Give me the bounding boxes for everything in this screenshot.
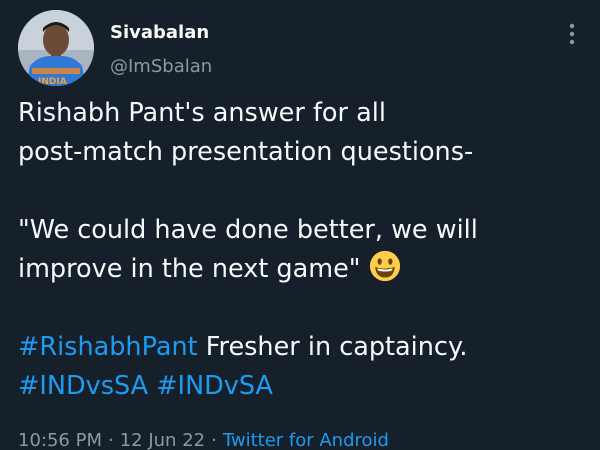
meta-separator: ·: [211, 430, 217, 450]
tweet-date[interactable]: 12 Jun 22: [120, 430, 205, 450]
tweet-quote-text: improve in the next game": [18, 254, 361, 284]
hashtag-link[interactable]: #INDvsSA: [18, 371, 148, 401]
avatar-jersey-text: INDIA: [38, 77, 67, 86]
meta-separator: ·: [107, 430, 114, 450]
grinning-face-emoji: [369, 250, 400, 282]
avatar[interactable]: INDIA: [18, 10, 94, 86]
more-vertical-icon: [569, 23, 575, 45]
hashtag-link[interactable]: #RishabhPant: [18, 332, 198, 362]
tweet-line: post-match presentation questions-: [18, 137, 474, 167]
user-handle[interactable]: @ImSbalan: [110, 56, 212, 78]
tweet-source-link[interactable]: Twitter for Android: [223, 430, 389, 450]
tweet-text: Rishabh Pant's answer for all post-match…: [18, 94, 588, 406]
tweet-card: INDIA Sivabalan @ImSbalan Rishabh Pant's…: [0, 0, 600, 450]
author-info: Sivabalan @ImSbalan: [110, 22, 212, 78]
tweet-hashtag-line: #INDvsSA #INDvSA: [18, 367, 588, 406]
tweet-line: Rishabh Pant's answer for all: [18, 98, 386, 128]
display-name[interactable]: Sivabalan: [110, 22, 212, 44]
tweet-quote-line-with-emoji: improve in the next game": [18, 250, 588, 289]
tweet-meta: 10:56 PM · 12 Jun 22 · Twitter for Android: [18, 426, 389, 450]
tweet-hashtag-line: #RishabhPant Fresher in captaincy.: [18, 328, 588, 367]
more-options-button[interactable]: [562, 22, 582, 46]
tweet-time[interactable]: 10:56 PM: [18, 430, 102, 450]
avatar-image: INDIA: [18, 10, 94, 86]
tweet-text-segment: Fresher in captaincy.: [197, 332, 468, 362]
tweet-quote-line: "We could have done better, we will: [18, 215, 478, 245]
hashtag-link[interactable]: #INDvSA: [156, 371, 273, 401]
